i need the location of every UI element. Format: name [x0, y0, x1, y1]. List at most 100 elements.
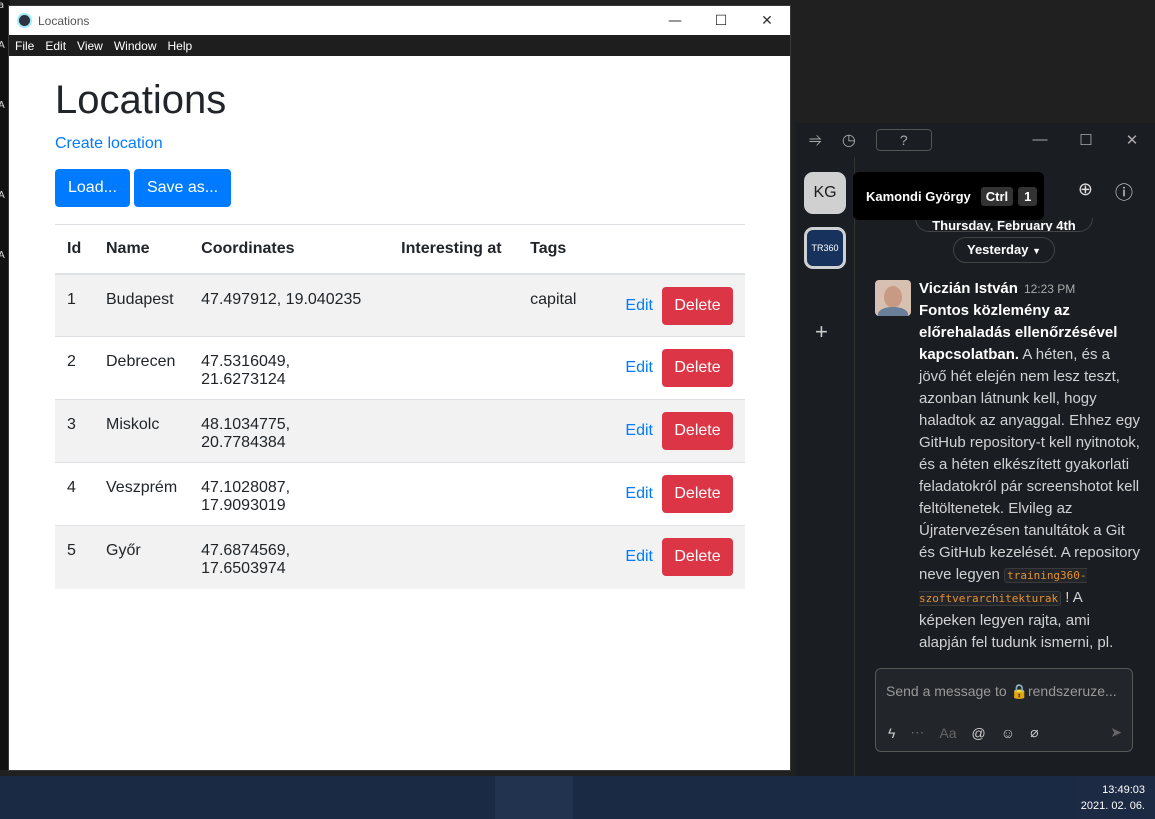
channel-header-icons: ⊕ ⓘ — [1078, 179, 1133, 205]
tooltip-key-ctrl: Ctrl — [980, 186, 1014, 206]
history-icon[interactable]: ◷ — [842, 130, 856, 150]
cell-name: Veszprém — [106, 479, 178, 496]
cell-interesting-at — [389, 463, 518, 526]
cell-id: 5 — [67, 542, 76, 559]
emoji-icon[interactable]: ☺ — [1001, 725, 1015, 741]
cell-tags: capital — [530, 290, 577, 308]
delete-button[interactable]: Delete — [662, 349, 733, 387]
col-header-tags: Tags — [518, 224, 599, 275]
clock-date: 2021. 02. 06. — [1080, 800, 1145, 812]
attach-icon[interactable]: ⌀ — [1030, 724, 1038, 741]
delete-button[interactable]: Delete — [662, 475, 733, 513]
minimize-icon[interactable]: — — [652, 6, 698, 35]
cell-tags — [518, 400, 598, 463]
cell-tags — [518, 463, 598, 526]
taskbar-clock[interactable]: 13:49:03 2021. 02. 06. — [1081, 782, 1145, 814]
load-button[interactable]: Load... — [55, 169, 130, 207]
date-divider-label: Yesterday — [967, 242, 1029, 257]
window-title: Locations — [38, 13, 90, 28]
chat-minimize-icon[interactable]: — — [1017, 131, 1063, 149]
menu-window[interactable]: Window — [114, 39, 157, 53]
table-header-row: Id Name Coordinates Interesting at Tags — [55, 224, 745, 275]
edit-link[interactable]: Edit — [625, 297, 653, 315]
cell-tags — [518, 526, 598, 589]
cell-id: 1 — [67, 290, 76, 308]
table-row: 4 Veszprém 47.1028087, 17.9093019 Edit De… — [55, 462, 745, 526]
tooltip-name: Kamondi György — [866, 188, 971, 204]
edit-link[interactable]: Edit — [625, 422, 653, 440]
chat-maximize-icon[interactable]: ☐ — [1063, 131, 1109, 149]
send-icon[interactable]: ➤ — [1110, 724, 1122, 741]
cell-name: Győr — [106, 542, 141, 559]
more-icon[interactable]: ⋯ — [910, 724, 924, 741]
avatar[interactable] — [875, 280, 911, 316]
message-list[interactable]: Viczián István 12:23 PM Fontos közlemény … — [855, 263, 1155, 666]
message-composer[interactable]: Send a message to 🔒rendszeruze... ϟ ⋯ Aa… — [875, 668, 1133, 752]
window-titlebar[interactable]: Locations — ☐ ✕ — [9, 6, 790, 35]
cell-coordinates: 47.1028087, 17.9093019 — [201, 479, 291, 514]
add-workspace-icon[interactable]: + — [815, 319, 828, 345]
edit-link[interactable]: Edit — [625, 548, 653, 566]
menu-bar: File Edit View Window Help — [9, 35, 790, 56]
delete-button[interactable]: Delete — [662, 286, 733, 325]
date-divider-yesterday[interactable]: Yesterday ▼ — [953, 237, 1055, 263]
cell-coordinates: 47.5316049, 21.6273124 — [201, 353, 291, 388]
page-content: Locations Create location Load... Save a… — [9, 56, 790, 611]
clock-time: 13:49:03 — [1102, 784, 1145, 796]
cell-name: Budapest — [106, 290, 174, 308]
cell-id: 2 — [67, 353, 76, 370]
table-row: 3 Miskolc 48.1034775, 20.7784384 Edit Del… — [55, 399, 745, 463]
format-icon[interactable]: Aa — [939, 725, 956, 741]
menu-help[interactable]: Help — [168, 39, 193, 53]
create-location-link[interactable]: Create location — [55, 135, 163, 153]
cell-interesting-at — [389, 337, 518, 400]
cell-interesting-at — [389, 526, 518, 589]
edit-link[interactable]: Edit — [625, 359, 653, 377]
message: Viczián István 12:23 PM Fontos közlemény … — [875, 278, 1141, 654]
workspace-tr360[interactable]: TR360 — [804, 227, 846, 269]
info-icon[interactable]: ⓘ — [1115, 179, 1133, 205]
sidebar-toggle-icon[interactable]: ⥤ — [809, 131, 822, 149]
shortcuts-icon[interactable]: ϟ — [888, 725, 895, 741]
help-icon[interactable]: ? — [875, 129, 932, 151]
edit-link[interactable]: Edit — [625, 485, 653, 503]
workspace-rail: KG TR360 + — [795, 157, 855, 776]
message-text: A héten, és a jövő hét elején nem lesz t… — [919, 346, 1140, 583]
maximize-icon[interactable]: ☐ — [698, 6, 744, 35]
cell-coordinates: 47.497912, 19.040235 — [201, 290, 362, 308]
save-as-button[interactable]: Save as... — [133, 169, 232, 207]
col-header-id: Id — [55, 224, 94, 275]
chat-app-window: ⥤ ◷ ? — ☐ ✕ KG TR360 + Kamondi György Ct… — [795, 123, 1155, 776]
cell-id: 3 — [67, 416, 76, 433]
close-icon[interactable]: ✕ — [744, 6, 790, 35]
col-header-actions — [598, 224, 745, 275]
menu-file[interactable]: File — [15, 39, 34, 53]
cell-name: Debrecen — [106, 353, 176, 370]
cell-id: 4 — [67, 479, 76, 496]
cell-interesting-at — [389, 274, 518, 337]
chat-toolbar: ⥤ ◷ ? — ☐ ✕ — [795, 123, 1155, 157]
message-author[interactable]: Viczián István — [919, 280, 1018, 297]
cell-coordinates: 48.1034775, 20.7784384 — [201, 416, 291, 451]
delete-button[interactable]: Delete — [662, 412, 733, 450]
workspace-kg[interactable]: KG — [804, 172, 846, 214]
table-row: 1 Budapest 47.497912, 19.040235 capital … — [55, 273, 745, 337]
taskbar: 13:49:03 2021. 02. 06. — [0, 776, 1155, 819]
delete-button[interactable]: Delete — [662, 538, 733, 576]
menu-view[interactable]: View — [77, 39, 103, 53]
chat-close-icon[interactable]: ✕ — [1109, 131, 1155, 149]
locations-window: Locations — ☐ ✕ File Edit View Window He… — [8, 5, 791, 771]
composer-placeholder[interactable]: Send a message to 🔒rendszeruze... — [886, 683, 1117, 700]
table-row: 2 Debrecen 47.5316049, 21.6273124 Edit De… — [55, 336, 745, 400]
page-title: Locations — [55, 78, 227, 122]
add-people-icon[interactable]: ⊕ — [1078, 179, 1093, 205]
menu-edit[interactable]: Edit — [45, 39, 66, 53]
col-header-interesting-at: Interesting at — [389, 224, 519, 275]
workspace-tooltip: Kamondi György Ctrl 1 — [853, 172, 1044, 220]
date-divider-previous[interactable]: Thursday, February 4th — [915, 218, 1093, 232]
locations-table: Id Name Coordinates Interesting at Tags … — [55, 224, 745, 589]
mention-icon[interactable]: @ — [972, 725, 986, 741]
cell-name: Miskolc — [106, 416, 160, 433]
col-header-name: Name — [94, 224, 190, 275]
message-timestamp[interactable]: 12:23 PM — [1024, 282, 1075, 296]
